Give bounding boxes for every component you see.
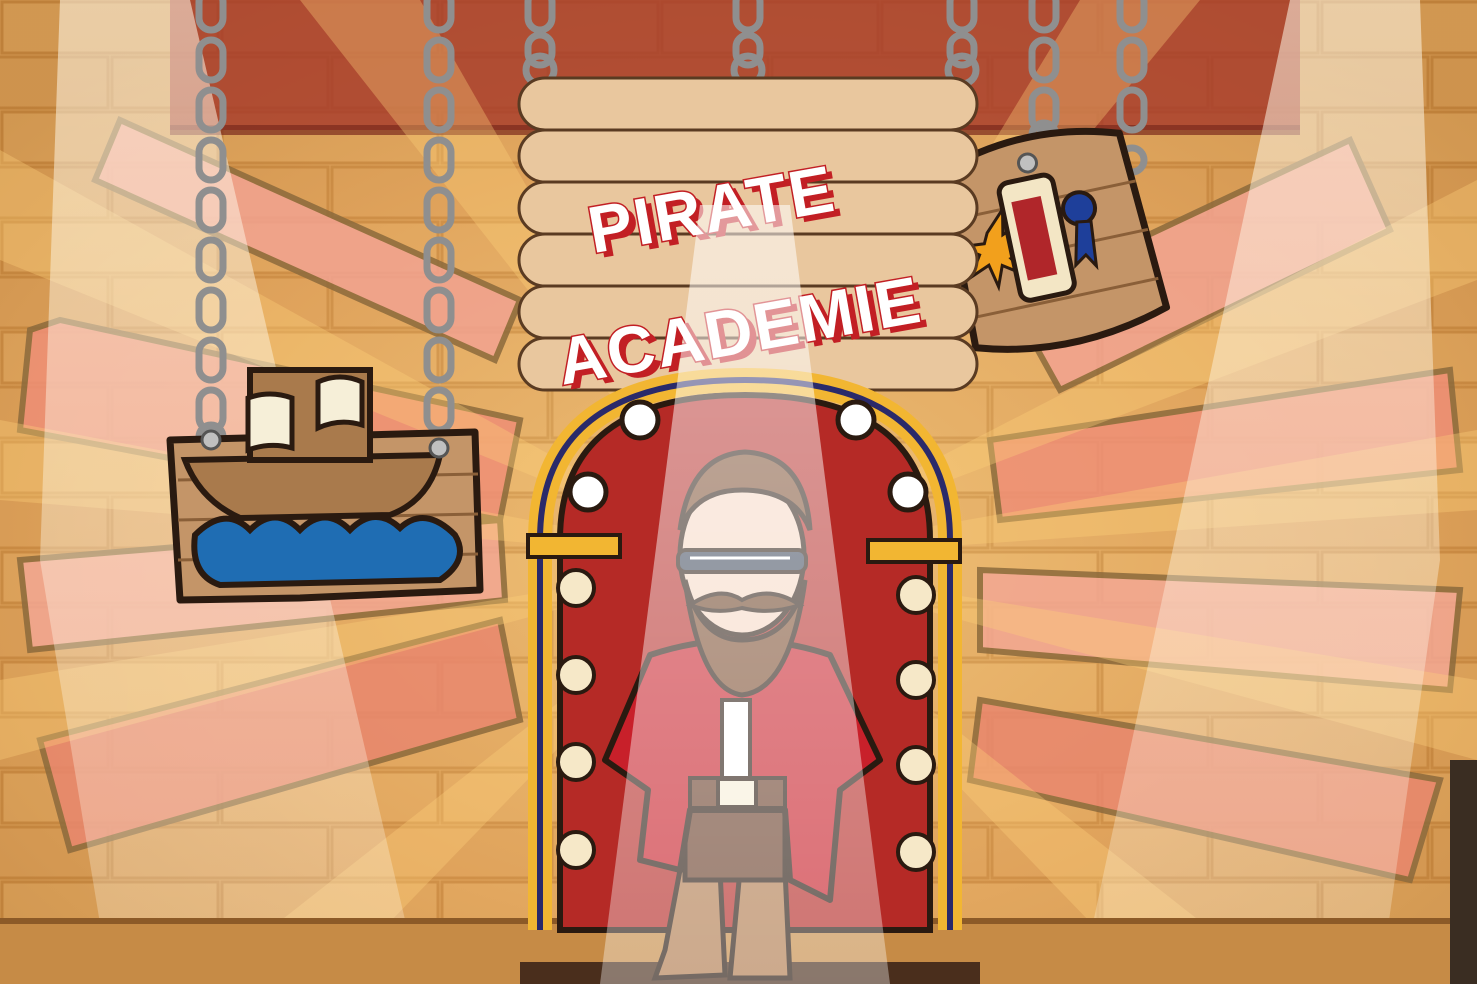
right-post — [1450, 760, 1477, 984]
ship-hull — [180, 451, 444, 522]
sail-right — [315, 374, 365, 432]
pirate-academie-scene: PIRATE PIRATE ACADEMIE ACADEMIE — [0, 0, 1477, 984]
sail-left — [245, 391, 295, 454]
sea-waves — [191, 514, 463, 589]
